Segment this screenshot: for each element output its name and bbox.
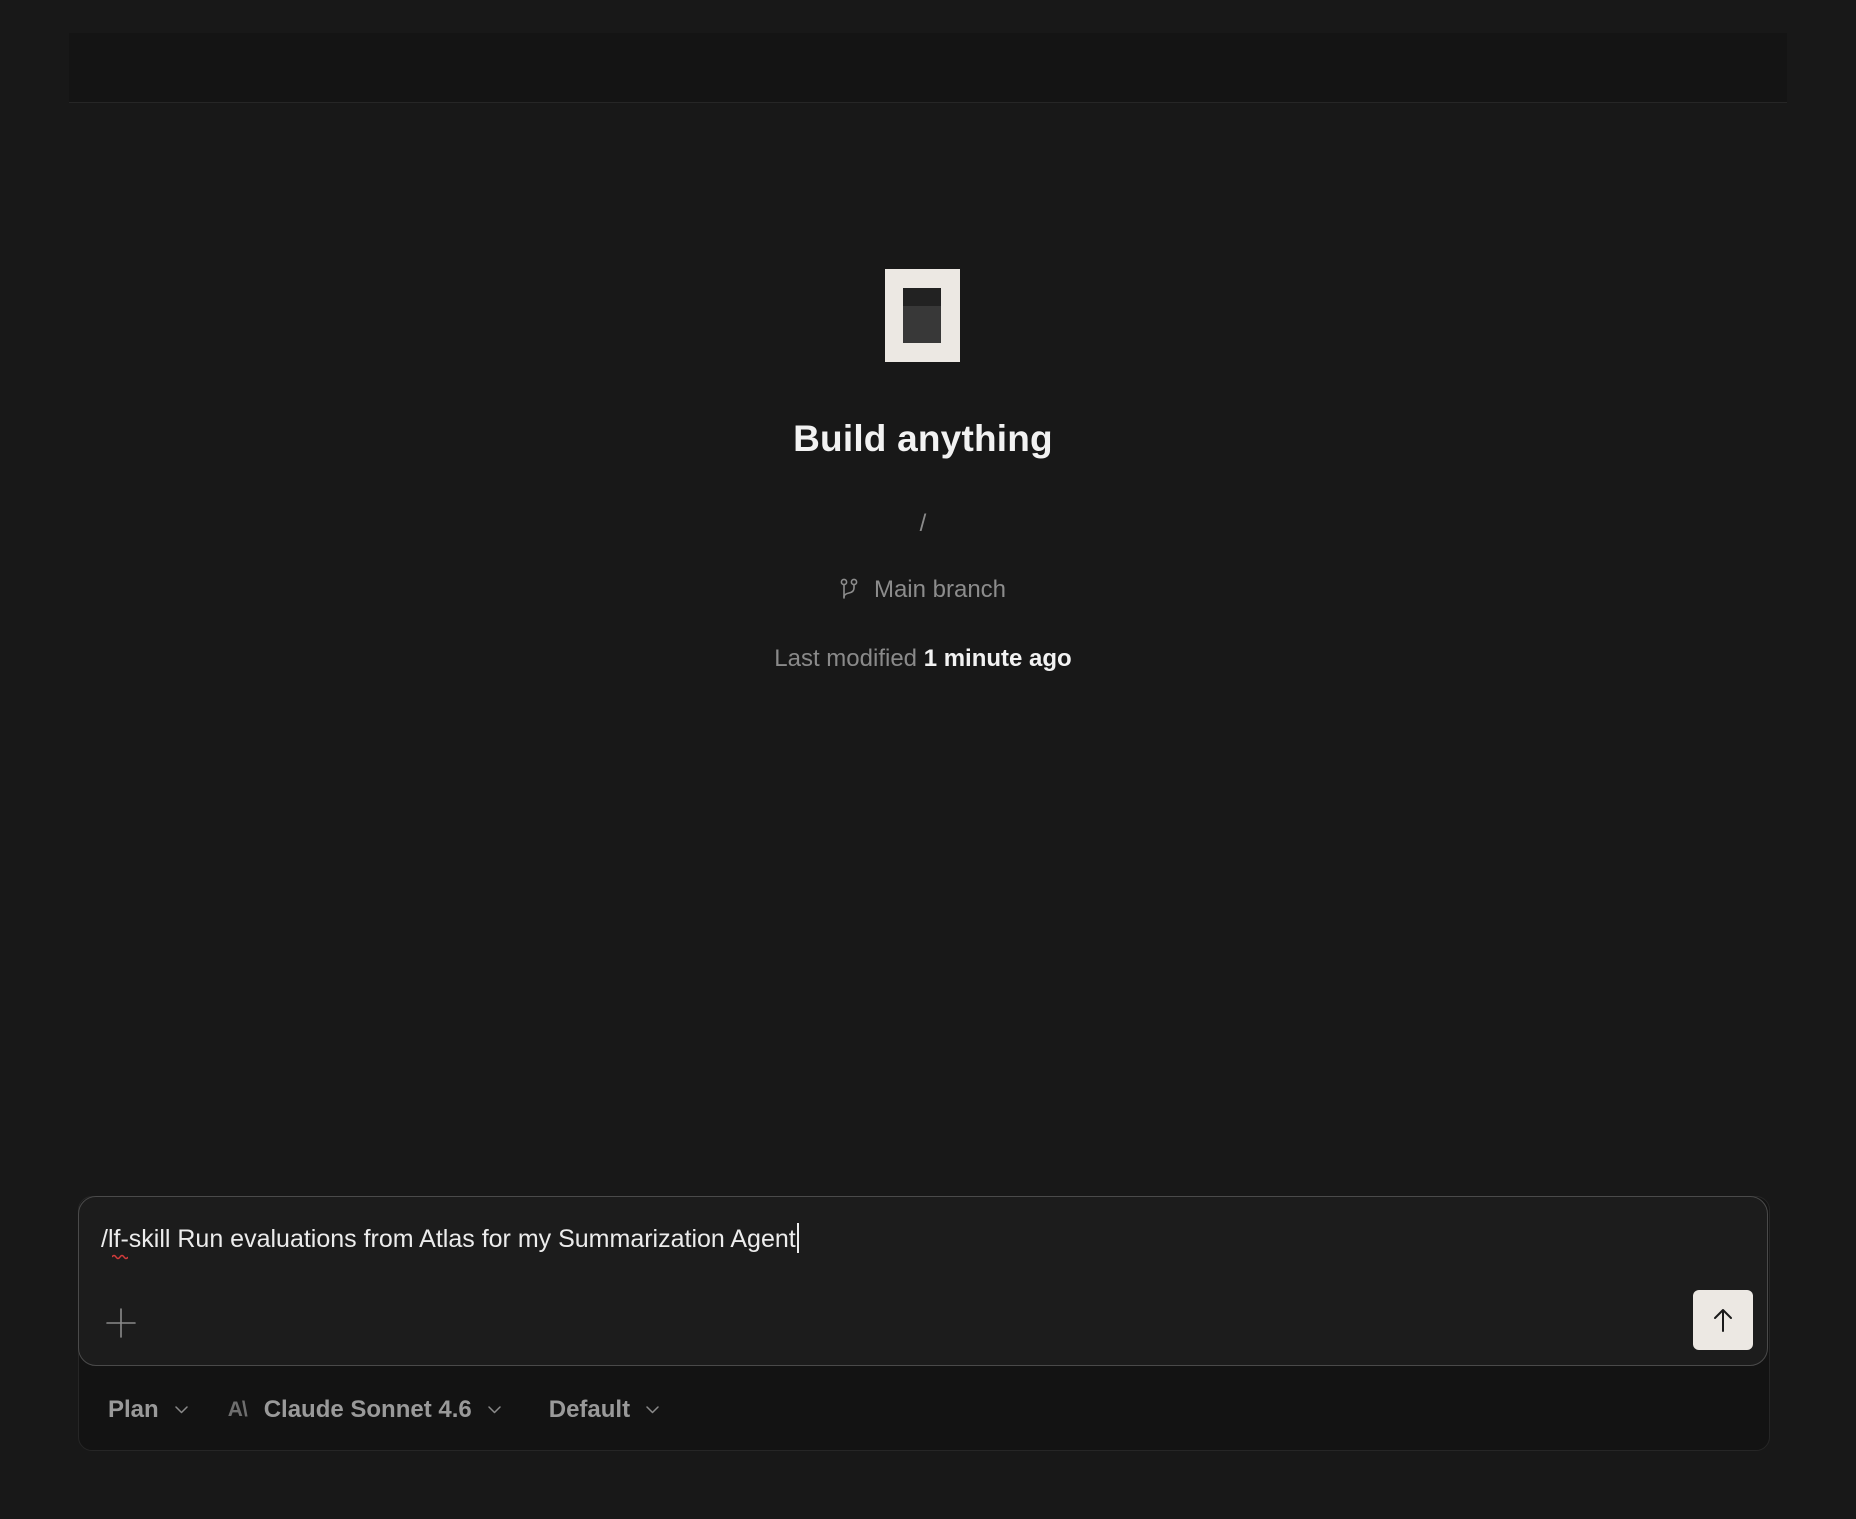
profile-selector[interactable]: Default — [549, 1396, 659, 1424]
mode-label: Plan — [108, 1396, 159, 1423]
last-modified-value: 1 minute ago — [923, 645, 1072, 672]
last-modified-label: Last modified — [774, 645, 918, 672]
last-modified: Last modified 1 minute ago — [0, 645, 1846, 673]
anthropic-logo-icon: A\ — [227, 1398, 248, 1421]
chevron-down-icon — [174, 1406, 188, 1414]
project-path: / — [919, 510, 927, 537]
profile-label: Default — [548, 1396, 631, 1423]
branch-indicator: Main branch — [0, 576, 1846, 604]
prompt-text: /lf-skill Run evaluations from Atlas for… — [101, 1225, 796, 1253]
chevron-down-icon — [487, 1406, 501, 1414]
chevron-down-icon — [646, 1406, 659, 1414]
spellcheck-underline — [112, 1254, 128, 1260]
composer-toolbar: Plan A\ Claude Sonnet 4.6 Default — [108, 1390, 659, 1430]
git-branch-icon — [840, 578, 858, 602]
model-label: Claude Sonnet 4.6 — [263, 1396, 472, 1423]
add-attachment-button[interactable] — [103, 1305, 139, 1341]
project-logo-icon — [885, 269, 960, 362]
branch-name: Main branch — [873, 576, 1007, 603]
plus-icon — [106, 1308, 136, 1338]
page-title: Build anything — [793, 418, 1053, 459]
prompt-input[interactable]: /lf-skill Run evaluations from Atlas for… — [101, 1223, 799, 1260]
arrow-up-icon — [1714, 1309, 1732, 1332]
prompt-composer[interactable]: /lf-skill Run evaluations from Atlas for… — [78, 1196, 1768, 1366]
text-caret — [796, 1223, 799, 1253]
mode-selector[interactable]: Plan — [108, 1396, 188, 1424]
send-button[interactable] — [1693, 1290, 1753, 1350]
model-selector[interactable]: A\ Claude Sonnet 4.6 — [228, 1396, 501, 1424]
project-overview: Build anything / Main branch Last modifi… — [0, 0, 1856, 700]
